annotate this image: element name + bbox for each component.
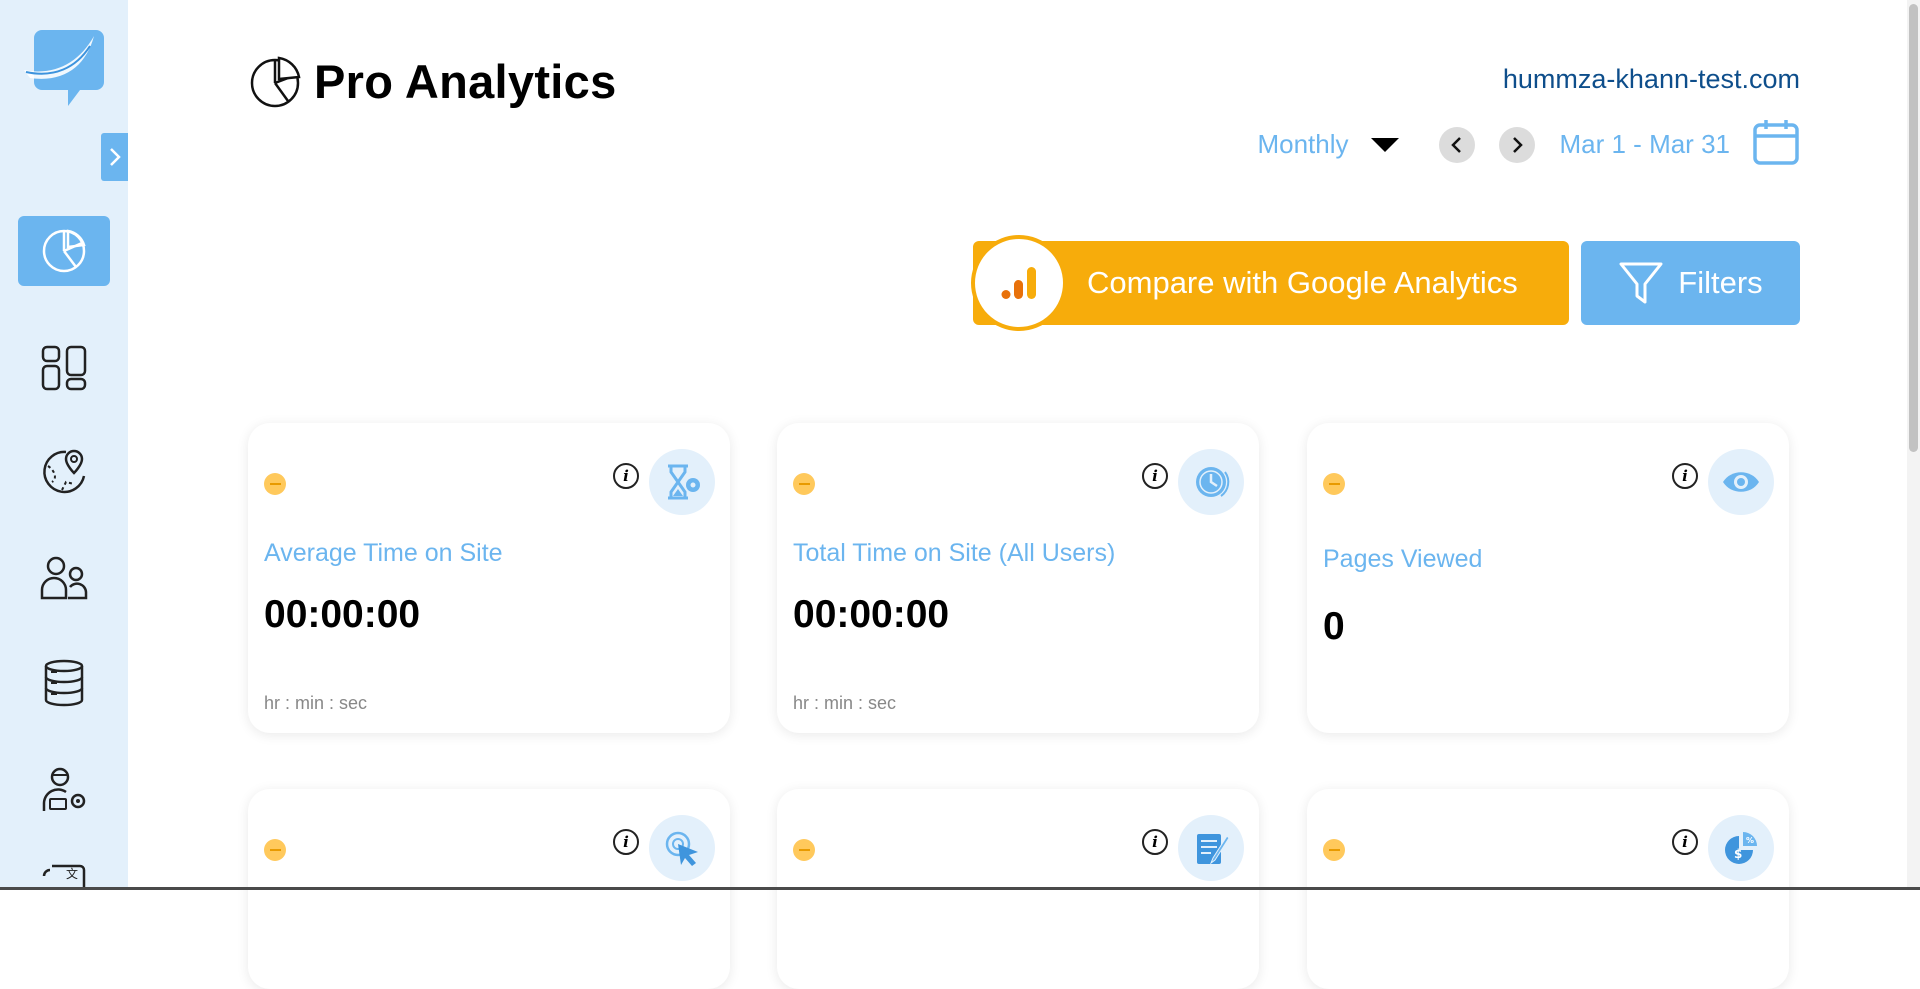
- status-dot: [793, 839, 815, 861]
- period-select[interactable]: Monthly: [1257, 129, 1398, 160]
- sidebar-item-dashboard[interactable]: [18, 333, 110, 403]
- metric-unit: hr : min : sec: [793, 693, 896, 714]
- period-select-value: Monthly: [1257, 129, 1348, 160]
- prev-period-button[interactable]: [1439, 127, 1475, 163]
- funnel-icon: [1618, 260, 1664, 306]
- svg-text:文: 文: [66, 866, 78, 881]
- metric-card-total-time: i Total Time on Site (All Users) 00:00:0…: [777, 423, 1259, 733]
- users-icon: [40, 554, 88, 602]
- metric-title: Pages Viewed: [1323, 545, 1482, 574]
- pie-chart-icon: [40, 227, 88, 275]
- compare-button-label: Compare with Google Analytics: [1087, 265, 1518, 301]
- metric-value: 00:00:00: [264, 593, 420, 637]
- hourglass-gear-icon: [649, 449, 715, 515]
- metric-card-pages-viewed: i Pages Viewed 0: [1307, 423, 1789, 733]
- metric-card-average-time: i Average Time on Site 00:00:00 hr : min…: [248, 423, 730, 733]
- sidebar-item-geo[interactable]: [18, 437, 110, 507]
- filters-button-label: Filters: [1678, 265, 1762, 301]
- metric-value: 00:00:00: [793, 593, 949, 637]
- compare-google-analytics-button[interactable]: Compare with Google Analytics: [973, 241, 1569, 325]
- pie-chart-icon: [248, 55, 302, 109]
- info-icon[interactable]: i: [1142, 463, 1168, 489]
- site-domain-link[interactable]: hummza-khann-test.com: [1503, 64, 1800, 95]
- sidebar-item-users[interactable]: [18, 543, 110, 613]
- app-logo[interactable]: [24, 28, 104, 108]
- sidebar-expand-button[interactable]: [101, 133, 128, 181]
- status-dot: [1323, 473, 1345, 495]
- metric-title: Total Time on Site (All Users): [793, 539, 1115, 568]
- info-icon[interactable]: i: [1142, 829, 1168, 855]
- metric-value: 0: [1323, 605, 1345, 649]
- sidebar-item-database[interactable]: [18, 648, 110, 718]
- next-period-button[interactable]: [1499, 127, 1535, 163]
- globe-location-icon: [40, 448, 88, 496]
- chevron-right-icon: [108, 146, 122, 168]
- info-icon[interactable]: i: [1672, 463, 1698, 489]
- dollar-pie-icon: $ %: [1708, 815, 1774, 881]
- info-icon[interactable]: i: [1672, 829, 1698, 855]
- translate-icon: 文: [40, 858, 88, 890]
- layout-grid-icon: [40, 344, 88, 392]
- svg-text:$: $: [1734, 847, 1742, 861]
- sidebar-item-admin[interactable]: [18, 754, 110, 824]
- metric-title: Average Time on Site: [264, 539, 503, 568]
- filters-button[interactable]: Filters: [1581, 241, 1800, 325]
- scrollbar-thumb[interactable]: [1909, 4, 1918, 452]
- user-gear-icon: [40, 765, 88, 813]
- sidebar: 文: [0, 0, 128, 890]
- calendar-button[interactable]: [1752, 118, 1800, 171]
- page-title: Pro Analytics: [314, 54, 617, 109]
- clock-icon: [1178, 449, 1244, 515]
- eye-icon: [1708, 449, 1774, 515]
- chevron-right-icon: [1510, 136, 1524, 154]
- svg-text:%: %: [1746, 836, 1754, 845]
- cursor-click-icon: [649, 815, 715, 881]
- calendar-icon: [1752, 118, 1800, 166]
- info-icon[interactable]: i: [613, 463, 639, 489]
- date-controls: Monthly Mar 1 - Mar 31: [1257, 118, 1800, 171]
- info-icon[interactable]: i: [613, 829, 639, 855]
- caret-down-icon: [1371, 138, 1399, 152]
- status-dot: [264, 473, 286, 495]
- date-range-label: Mar 1 - Mar 31: [1560, 129, 1731, 160]
- metric-unit: hr : min : sec: [264, 693, 367, 714]
- chevron-left-icon: [1450, 136, 1464, 154]
- vertical-scrollbar[interactable]: [1907, 0, 1920, 890]
- database-icon: [42, 659, 86, 707]
- status-dot: [1323, 839, 1345, 861]
- status-dot: [793, 473, 815, 495]
- page-header: Pro Analytics: [248, 54, 617, 109]
- google-analytics-icon: [971, 235, 1067, 331]
- sidebar-item-analytics[interactable]: [18, 216, 110, 286]
- sidebar-item-translate[interactable]: 文: [18, 858, 110, 890]
- status-dot: [264, 839, 286, 861]
- document-edit-icon: [1178, 815, 1244, 881]
